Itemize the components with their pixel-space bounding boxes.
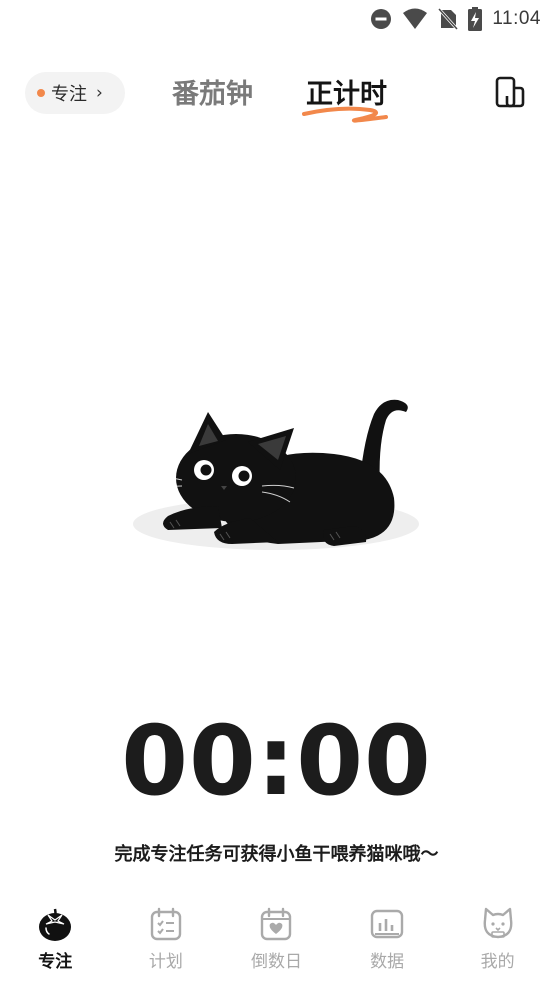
calendar-checklist-icon	[150, 907, 182, 941]
layout-toggle-icon[interactable]	[494, 76, 526, 110]
nav-label-plan: 计划	[148, 952, 183, 972]
status-icons: 11:04	[370, 6, 541, 32]
top-nav: 专注 › 番茄钟 正计时	[0, 70, 553, 123]
nav-item-profile[interactable]: 我的	[442, 900, 553, 983]
nav-item-countdown[interactable]: 倒数日	[221, 900, 332, 983]
nav-label-profile: 我的	[480, 952, 515, 972]
status-bar: 11:04	[0, 0, 553, 38]
nav-item-data[interactable]: 数据	[332, 900, 443, 983]
battery-charging-icon	[468, 7, 483, 31]
nav-item-plan[interactable]: 计划	[111, 900, 222, 983]
nav-item-focus[interactable]: 专注	[0, 900, 111, 983]
focus-category-button[interactable]: 专注 ›	[25, 72, 125, 114]
status-time: 11:04	[492, 8, 541, 29]
do-not-disturb-icon	[371, 9, 392, 29]
black-cat-illustration	[133, 399, 419, 550]
no-sim-icon	[438, 8, 459, 30]
nav-label-countdown: 倒数日	[250, 952, 302, 972]
bar-chart-icon	[370, 909, 404, 939]
orange-dot-icon	[37, 89, 45, 97]
bottom-nav: 专注 计划 倒数日 数据 我的	[0, 900, 553, 983]
tomato-icon	[39, 908, 72, 941]
chevron-right-icon: ›	[96, 83, 103, 103]
nav-label-data: 数据	[370, 952, 405, 972]
reward-hint: 完成专注任务可获得小鱼干喂养猫咪哦～	[114, 844, 439, 865]
cat-face-icon	[483, 907, 513, 939]
calendar-heart-icon	[261, 907, 292, 941]
wifi-icon	[403, 8, 428, 29]
active-tab-underline	[302, 106, 388, 123]
timer-display: 00:00	[121, 705, 432, 817]
tab-pomodoro[interactable]: 番茄钟	[172, 72, 253, 111]
focus-category-label: 专注	[51, 84, 87, 105]
nav-label-focus: 专注	[38, 952, 73, 972]
